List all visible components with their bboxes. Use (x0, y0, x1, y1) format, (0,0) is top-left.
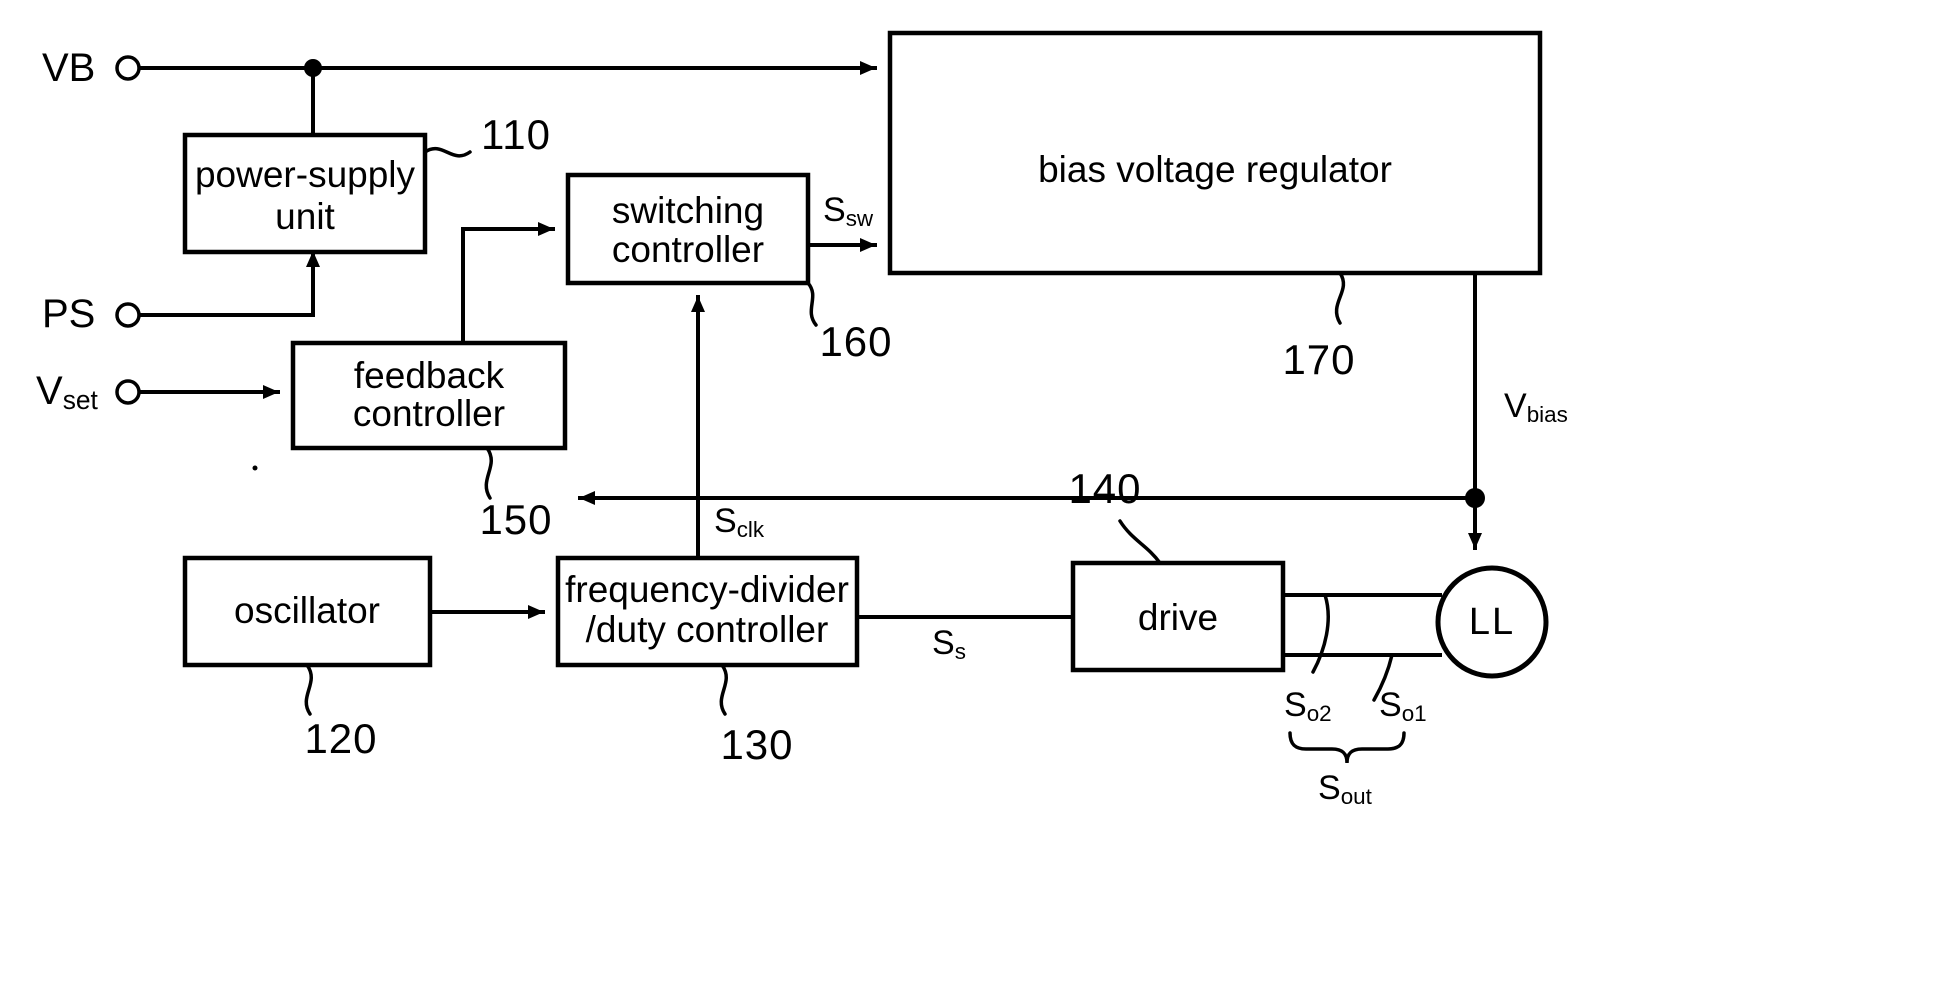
signal-group-so2: So2 (1284, 593, 1332, 726)
refnum-group-140: 140 (1068, 465, 1162, 565)
refnum-group-160: 160 (806, 281, 892, 365)
wire-feedback-to-switching (461, 222, 555, 345)
terminal-ps-node (115, 302, 141, 328)
signal-label-sclk: Sclk (714, 502, 765, 542)
block-power-supply-unit[interactable]: power-supply unit (182, 132, 428, 255)
refnum-group-150: 150 (479, 446, 552, 543)
lamp-label: LL (1469, 601, 1515, 643)
refnum-170: 170 (1282, 336, 1355, 383)
block-oscillator[interactable]: oscillator (182, 555, 433, 668)
terminal-ps[interactable]: PS (42, 292, 141, 336)
terminal-vb-node (115, 55, 141, 81)
signal-label-vbias: Vbias (1504, 387, 1568, 427)
block-diagram-canvas: power-supply unit switching controller b… (36, 30, 1568, 809)
block-drive[interactable]: drive (1070, 560, 1286, 673)
wire-ps-to-power-supply (140, 250, 320, 317)
scan-artifact-dot (252, 465, 258, 471)
junction-dot-vb (304, 59, 322, 77)
block-power-supply-unit-label-line2: unit (275, 196, 335, 237)
refnum-group-130: 130 (719, 663, 793, 768)
refnum-150: 150 (479, 496, 552, 543)
refnum-110: 110 (481, 111, 551, 158)
signal-label-so1: So1 (1379, 686, 1427, 726)
patent-figure: power-supply unit switching controller b… (0, 0, 1958, 1005)
refnum-group-170: 170 (1282, 271, 1355, 383)
block-switching-controller[interactable]: switching controller (565, 172, 811, 286)
block-switching-controller-label-line1: switching (612, 190, 764, 231)
block-frequency-divider-label-line2: /duty controller (586, 609, 829, 650)
signal-group-so1: So1 (1372, 653, 1427, 726)
leader-140 (1118, 519, 1162, 565)
signal-group-sout: Sout (1288, 731, 1406, 809)
terminal-vset[interactable]: Vset (36, 369, 141, 415)
refnum-group-120: 120 (304, 663, 377, 762)
block-power-supply-unit-label-line1: power-supply (195, 154, 416, 195)
refnum-130: 130 (720, 721, 793, 768)
refnum-group-110: 110 (423, 111, 551, 158)
leader-130 (719, 663, 728, 716)
terminal-vset-label: Vset (36, 369, 99, 415)
block-drive-label: drive (1138, 597, 1218, 638)
block-feedback-controller[interactable]: feedback controller (290, 340, 568, 451)
block-oscillator-label: oscillator (234, 590, 380, 631)
brace-sout (1288, 731, 1406, 764)
block-feedback-controller-label-line1: feedback (354, 355, 505, 396)
leader-160 (806, 281, 818, 327)
terminal-vb-label: VB (42, 46, 95, 90)
lamp-load[interactable]: LL (1435, 565, 1549, 679)
leader-150 (484, 446, 493, 500)
refnum-140: 140 (1068, 465, 1141, 512)
terminal-vb[interactable]: VB (42, 46, 141, 90)
refnum-120: 120 (304, 715, 377, 762)
block-bias-voltage-regulator-label: bias voltage regulator (1038, 149, 1392, 190)
terminal-vset-node (115, 379, 141, 405)
leader-120 (304, 663, 313, 716)
leader-so2 (1311, 593, 1330, 674)
signal-label-sout: Sout (1318, 769, 1373, 809)
leader-110 (423, 146, 472, 158)
refnum-160: 160 (819, 318, 892, 365)
leader-170 (1334, 271, 1346, 325)
block-switching-controller-label-line2: controller (612, 229, 764, 270)
block-frequency-divider-duty-controller[interactable]: frequency-divider /duty controller (555, 555, 860, 668)
block-bias-voltage-regulator[interactable]: bias voltage regulator (887, 30, 1543, 276)
signal-label-ssw: Ssw (823, 191, 874, 231)
block-feedback-controller-label-line2: controller (353, 393, 505, 434)
signal-label-so2: So2 (1284, 686, 1332, 726)
signal-label-ss: Ss (932, 624, 966, 664)
terminal-ps-label: PS (42, 292, 95, 336)
block-frequency-divider-label-line1: frequency-divider (565, 569, 849, 610)
